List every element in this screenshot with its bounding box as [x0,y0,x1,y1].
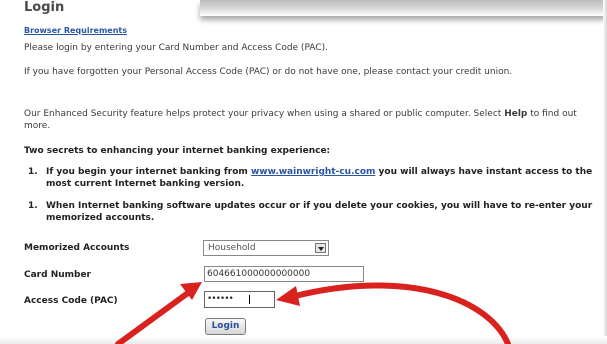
text-cursor [249,295,250,304]
card-number-label: Card Number [24,270,91,280]
security-text-before: Our Enhanced Security feature helps prot… [24,109,505,119]
access-code-input[interactable]: •••••• [204,291,275,308]
access-code-label: Access Code (PAC) [24,296,118,306]
window-shadow-bar [200,0,607,16]
list-text: If you begin your internet banking from … [46,166,599,190]
list-number: 1. [28,167,38,177]
secrets-heading: Two secrets to enhancing your internet b… [24,146,331,156]
memorized-accounts-select[interactable]: Household [203,240,329,256]
login-button[interactable]: Login [205,318,246,335]
window-shadow-edge [603,0,607,344]
login-page: Login Browser Requirements Please login … [0,0,607,344]
page-title: Login [24,0,65,15]
memorized-accounts-label: Memorized Accounts [24,243,130,253]
forgot-pac-text: If you have forgotten your Personal Acce… [24,67,513,77]
card-number-input[interactable]: 604661000000000000 [204,266,364,282]
list-text: When Internet banking software updates o… [46,201,593,223]
security-text: Our Enhanced Security feature helps prot… [24,108,599,132]
help-keyword: Help [504,109,528,119]
list-number: 1. [28,201,38,211]
intro-text: Please login by entering your Card Numbe… [24,43,328,53]
chevron-down-icon[interactable] [315,243,326,253]
arrow-left-head [180,282,202,300]
browser-requirements-link[interactable]: Browser Requirements [24,26,127,35]
list-text-before: If you begin your internet banking from [46,167,251,177]
arrow-left [115,282,202,344]
bottom-shadow [0,336,607,344]
arrow-right-head [276,286,300,306]
website-link[interactable]: www.wainwright-cu.com [251,167,375,177]
memorized-accounts-value: Household [208,243,256,253]
